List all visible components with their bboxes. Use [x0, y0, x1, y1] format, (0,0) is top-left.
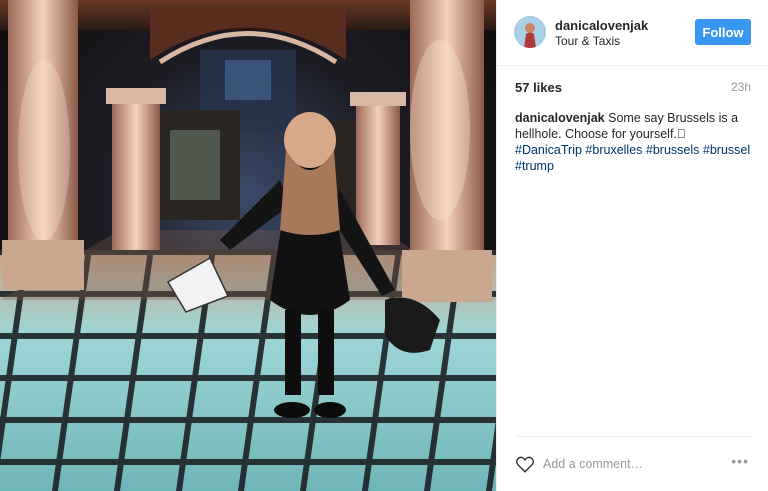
- heart-icon[interactable]: [515, 455, 535, 473]
- hashtag-link[interactable]: #bruxelles: [585, 143, 642, 157]
- hashtag-link[interactable]: #trump: [515, 159, 554, 173]
- post-caption: danicalovenjak Some say Brussels is a he…: [515, 110, 755, 174]
- hashtag-link[interactable]: #brussel: [703, 143, 750, 157]
- hashtag-link[interactable]: #DanicaTrip: [515, 143, 582, 157]
- post-sidebar: danicalovenjak Tour & Taxis Follow 57 li…: [496, 0, 768, 491]
- stats-row: 57 likes 23h: [515, 80, 751, 96]
- comment-bar: •••: [515, 436, 751, 491]
- hashtag-link[interactable]: #brussels: [646, 143, 700, 157]
- avatar[interactable]: [514, 16, 546, 48]
- likes-count[interactable]: 57 likes: [515, 80, 562, 95]
- post-photo[interactable]: [0, 0, 496, 491]
- avatar-image: [514, 16, 546, 48]
- post-image: [0, 0, 496, 491]
- username-link[interactable]: danicalovenjak: [555, 18, 648, 33]
- post-header: danicalovenjak Tour & Taxis Follow: [497, 0, 768, 66]
- more-options-icon[interactable]: •••: [731, 453, 749, 469]
- timestamp[interactable]: 23h: [731, 80, 751, 94]
- comment-input[interactable]: [543, 454, 713, 474]
- caption-username[interactable]: danicalovenjak: [515, 111, 605, 125]
- follow-button[interactable]: Follow: [695, 19, 751, 45]
- location-link[interactable]: Tour & Taxis: [555, 34, 620, 48]
